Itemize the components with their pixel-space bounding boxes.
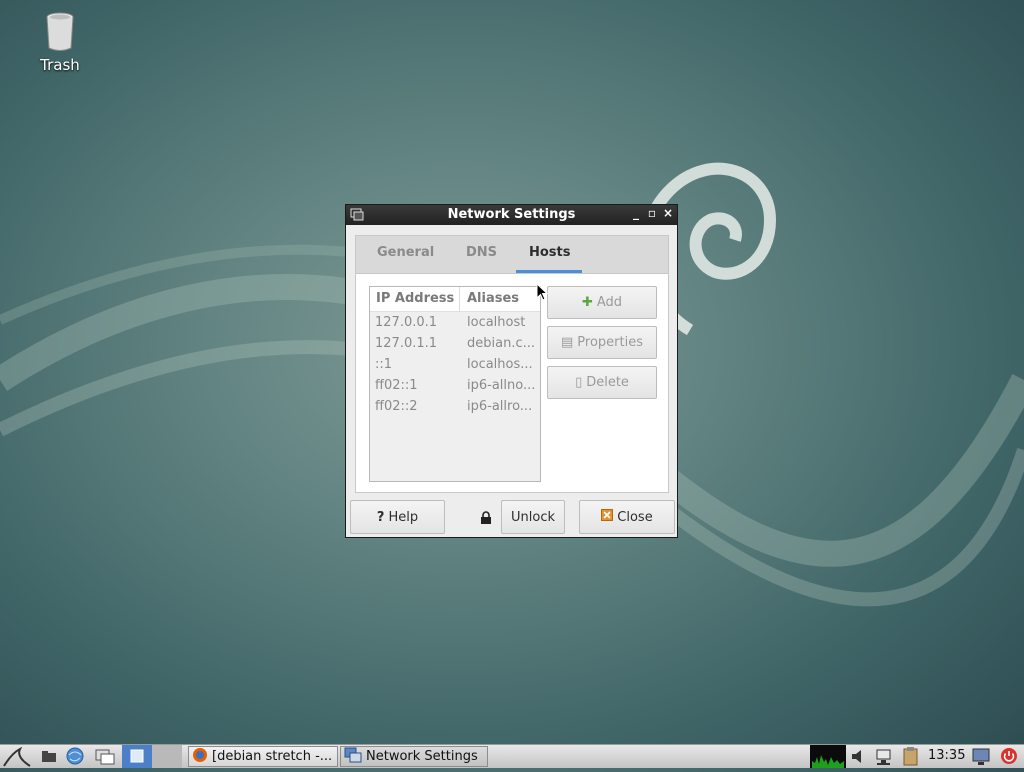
hosts-table[interactable]: IP Address Aliases 127.0.0.1 localhost 1… xyxy=(369,286,541,482)
row-ip: 127.0.0.1 xyxy=(375,315,438,330)
window-title: Network Settings xyxy=(447,207,576,222)
workspace-1[interactable] xyxy=(122,745,152,768)
row-ip: 127.0.1.1 xyxy=(375,336,438,351)
taskbar-item-firefox[interactable]: [debian stretch -... xyxy=(188,746,338,767)
properties-icon: ▤ xyxy=(561,335,574,350)
table-row[interactable]: ::1 localhos... xyxy=(370,354,540,375)
workspace-2[interactable] xyxy=(152,745,182,768)
close-button[interactable]: Close xyxy=(579,500,675,534)
window-switcher-icon[interactable] xyxy=(94,745,116,768)
help-label: Help xyxy=(388,509,419,525)
unlock-button[interactable]: Unlock xyxy=(501,500,565,534)
trash-label: Trash xyxy=(40,56,80,74)
taskbar-item-label: [debian stretch -... xyxy=(212,749,333,764)
delete-button[interactable]: ▯ Delete xyxy=(547,366,657,399)
hosts-table-header: IP Address Aliases xyxy=(370,287,540,312)
help-button[interactable]: ? Help xyxy=(350,500,445,534)
close-label: Close xyxy=(617,509,653,525)
close-icon xyxy=(601,509,614,525)
network-icon xyxy=(344,747,362,766)
volume-icon[interactable] xyxy=(848,745,870,768)
delete-label: Delete xyxy=(586,375,629,390)
file-manager-icon[interactable] xyxy=(40,745,58,768)
table-row[interactable]: 127.0.1.1 debian.c... xyxy=(370,333,540,354)
tab-bar: General DNS Hosts xyxy=(356,236,668,274)
active-tab-indicator xyxy=(516,270,582,273)
column-separator xyxy=(459,287,460,311)
clipboard-icon[interactable] xyxy=(900,745,922,768)
row-alias: localhost xyxy=(467,315,526,330)
properties-button[interactable]: ▤ Properties xyxy=(547,326,657,359)
clock[interactable]: 13:35 xyxy=(928,748,965,763)
table-row[interactable]: ff02::2 ip6-allro... xyxy=(370,396,540,417)
firefox-icon xyxy=(192,747,208,766)
window-titlebar[interactable]: Network Settings _ ▫ × xyxy=(346,205,677,225)
add-button[interactable]: ✚ Add xyxy=(547,286,657,319)
help-icon: ? xyxy=(376,509,385,525)
lock-icon xyxy=(480,511,492,528)
row-alias: ip6-allno... xyxy=(467,378,536,393)
taskbar: [debian stretch -... Network Settings 13… xyxy=(0,744,1024,768)
tab-dns[interactable]: DNS xyxy=(466,245,497,260)
trash-desktop-icon[interactable]: Trash xyxy=(30,12,90,74)
power-icon[interactable] xyxy=(998,745,1020,768)
mouse-pointer-icon xyxy=(536,283,548,301)
cpu-monitor-icon xyxy=(810,745,846,768)
add-label: Add xyxy=(596,295,623,310)
row-ip: ff02::1 xyxy=(375,378,418,393)
maximize-button[interactable]: ▫ xyxy=(645,206,659,220)
add-icon: ✚ xyxy=(581,295,593,310)
row-alias: localhos... xyxy=(467,357,533,372)
table-row[interactable]: 127.0.0.1 localhost xyxy=(370,312,540,333)
minimize-button[interactable]: _ xyxy=(629,206,643,220)
row-alias: debian.c... xyxy=(467,336,535,351)
row-ip: ff02::2 xyxy=(375,399,418,414)
window-close-button[interactable]: × xyxy=(661,206,675,220)
taskbar-item-label: Network Settings xyxy=(366,749,478,764)
network-status-icon[interactable] xyxy=(874,745,896,768)
screen-lock-icon[interactable] xyxy=(970,745,992,768)
taskbar-item-network-settings[interactable]: Network Settings xyxy=(340,746,488,767)
properties-label: Properties xyxy=(577,335,643,350)
start-menu-icon[interactable] xyxy=(2,745,34,768)
tab-general[interactable]: General xyxy=(377,245,434,260)
network-settings-window: Network Settings _ ▫ × General DNS Hosts… xyxy=(345,204,678,538)
trash-icon xyxy=(46,12,74,52)
tab-panel: General DNS Hosts IP Address Aliases 127… xyxy=(355,235,669,493)
delete-icon: ▯ xyxy=(575,375,583,390)
row-alias: ip6-allro... xyxy=(467,399,533,414)
column-ip-address[interactable]: IP Address xyxy=(376,291,454,306)
table-row[interactable]: ff02::1 ip6-allno... xyxy=(370,375,540,396)
tab-hosts[interactable]: Hosts xyxy=(529,245,571,260)
column-aliases[interactable]: Aliases xyxy=(467,291,519,306)
row-ip: ::1 xyxy=(375,357,393,372)
web-browser-icon[interactable] xyxy=(64,745,86,768)
unlock-label: Unlock xyxy=(511,509,555,525)
